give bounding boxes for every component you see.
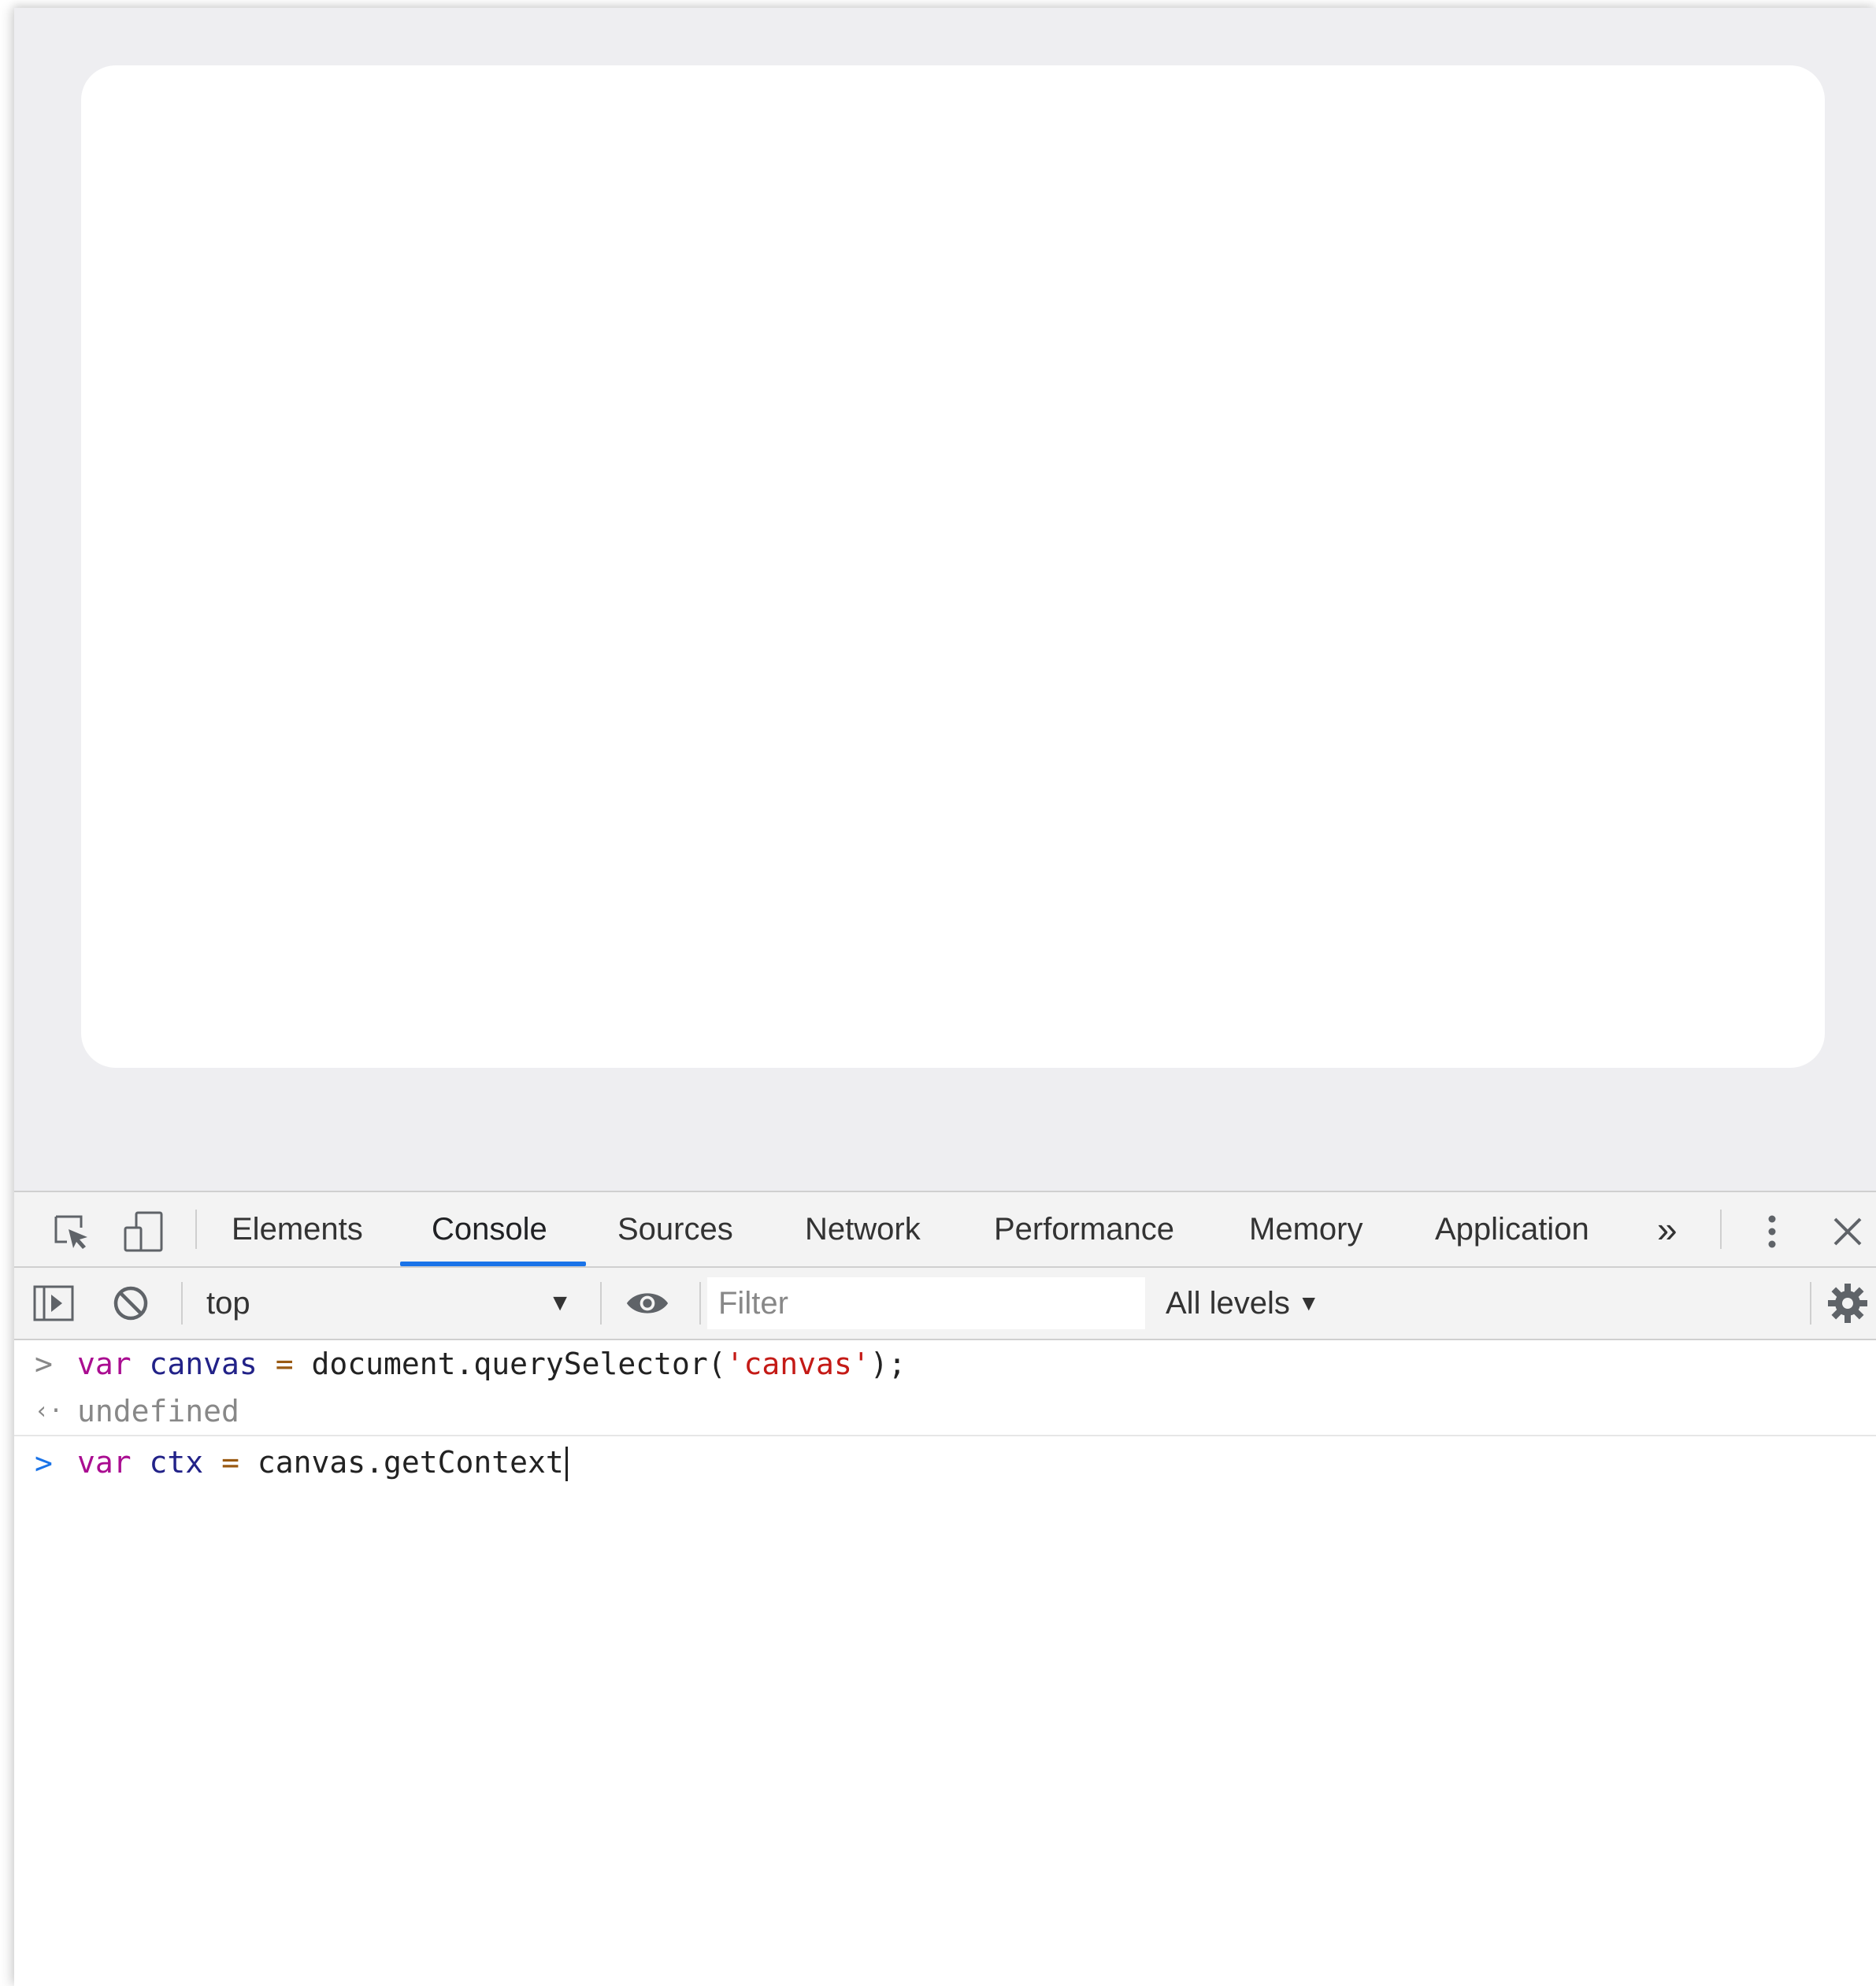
more-tabs-icon[interactable]: » (1657, 1192, 1678, 1266)
code-token: = (221, 1444, 239, 1480)
page-canvas-element[interactable] (81, 65, 1825, 1068)
kebab-menu-icon[interactable] (1750, 1210, 1794, 1254)
tab-network[interactable]: Network (805, 1192, 921, 1266)
page-viewport (14, 8, 1876, 1191)
prompt-chevron-icon: > (35, 1446, 53, 1480)
console-output: > var canvas = document.querySelector('c… (14, 1340, 1876, 1986)
code-token: canvas.getContext (239, 1444, 564, 1480)
eye-icon[interactable] (625, 1281, 669, 1325)
tab-application[interactable]: Application (1435, 1192, 1589, 1266)
log-levels-label: All levels (1166, 1285, 1290, 1321)
tab-elements[interactable]: Elements (232, 1192, 363, 1266)
code-token: var (77, 1347, 132, 1381)
toolbar-divider (1810, 1282, 1811, 1325)
show-console-sidebar-icon[interactable] (32, 1281, 76, 1325)
devtools-main-toolbar: Elements Console Sources Network Perform… (14, 1192, 1876, 1268)
result-arrow-icon: ‹· (35, 1397, 64, 1425)
tab-console[interactable]: Console (432, 1192, 547, 1266)
code-token: ); (869, 1347, 906, 1381)
toolbar-divider (699, 1282, 701, 1325)
text-cursor (565, 1447, 568, 1482)
browser-window: Elements Console Sources Network Perform… (14, 8, 1876, 1986)
console-prompt-input[interactable]: var ctx = canvas.getContext (77, 1445, 568, 1482)
toolbar-divider (195, 1210, 197, 1249)
toolbar-divider (600, 1282, 602, 1325)
console-prompt-line[interactable]: > var ctx = canvas.getContext (14, 1436, 1876, 1490)
console-result-line: ‹· undefined (14, 1388, 1876, 1436)
console-result-value: undefined (77, 1394, 239, 1428)
close-icon[interactable] (1826, 1210, 1870, 1254)
console-toolbar: top ▼ All levels ▼ (14, 1268, 1876, 1340)
code-token: var (77, 1444, 132, 1480)
tab-memory[interactable]: Memory (1249, 1192, 1363, 1266)
chevron-down-icon: ▼ (548, 1290, 572, 1316)
devtools-panel: Elements Console Sources Network Perform… (14, 1191, 1876, 1986)
device-toolbar-icon[interactable] (121, 1210, 165, 1254)
code-token: = (275, 1347, 294, 1381)
console-code: var canvas = document.querySelector('can… (77, 1347, 906, 1381)
code-token: ctx (149, 1444, 204, 1480)
toolbar-divider (181, 1282, 183, 1325)
code-token: document.querySelector( (293, 1347, 726, 1381)
clear-console-icon[interactable] (109, 1281, 153, 1325)
toolbar-divider (1720, 1210, 1722, 1249)
inspect-element-icon[interactable] (49, 1210, 93, 1254)
active-tab-indicator (400, 1262, 586, 1266)
tab-performance[interactable]: Performance (994, 1192, 1174, 1266)
code-token: 'canvas' (725, 1347, 870, 1381)
tab-sources[interactable]: Sources (617, 1192, 733, 1266)
context-selector[interactable]: top ▼ (206, 1276, 581, 1331)
console-input-line: > var canvas = document.querySelector('c… (14, 1340, 1876, 1388)
context-value: top (206, 1285, 250, 1321)
chevron-down-icon: ▼ (1297, 1291, 1320, 1315)
log-levels-dropdown[interactable]: All levels ▼ (1166, 1276, 1320, 1331)
gear-icon[interactable] (1826, 1281, 1870, 1325)
prompt-chevron-icon: > (35, 1347, 53, 1381)
filter-input[interactable] (707, 1277, 1145, 1329)
code-token: canvas (149, 1347, 258, 1381)
